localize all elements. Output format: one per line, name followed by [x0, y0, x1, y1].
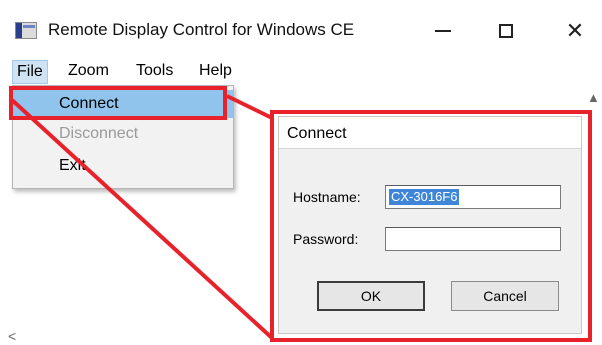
remote-display-window: Remote Display Control for Windows CE ✕ …	[0, 0, 602, 345]
menu-bar: File Zoom Tools Help	[0, 58, 602, 84]
menu-item-exit[interactable]: Exit	[13, 152, 233, 180]
minimize-icon	[435, 30, 451, 32]
hostname-label: Hostname:	[293, 189, 361, 205]
password-label: Password:	[293, 231, 359, 247]
scroll-left-arrow[interactable]: <	[8, 328, 16, 344]
menu-tools[interactable]: Tools	[132, 60, 177, 84]
dialog-title: Connect	[287, 125, 347, 142]
window-title: Remote Display Control for Windows CE	[48, 20, 355, 39]
connect-highlight-box	[9, 86, 227, 120]
title-bar[interactable]: Remote Display Control for Windows CE ✕	[0, 0, 602, 58]
hostname-selected-text: CX-3016F6	[389, 189, 460, 205]
menu-item-disconnect: Disconnect	[59, 125, 139, 142]
close-button[interactable]: ✕	[558, 14, 592, 48]
maximize-button[interactable]	[489, 14, 523, 48]
close-icon: ✕	[565, 18, 585, 43]
dialog-title-bar[interactable]: Connect	[279, 117, 581, 149]
password-input[interactable]	[385, 227, 561, 251]
connect-dialog: Connect Hostname: CX-3016F6 Password: OK…	[278, 116, 582, 334]
ok-button[interactable]: OK	[317, 281, 425, 311]
app-window-icon	[15, 22, 37, 39]
menu-file[interactable]: File	[12, 60, 48, 84]
menu-zoom[interactable]: Zoom	[64, 60, 113, 84]
cancel-button[interactable]: Cancel	[451, 281, 559, 311]
hostname-input[interactable]: CX-3016F6	[385, 185, 561, 209]
maximize-icon	[499, 24, 513, 38]
scroll-up-arrow[interactable]: ▲	[587, 90, 600, 105]
minimize-button[interactable]	[426, 14, 460, 48]
menu-help[interactable]: Help	[195, 60, 236, 84]
